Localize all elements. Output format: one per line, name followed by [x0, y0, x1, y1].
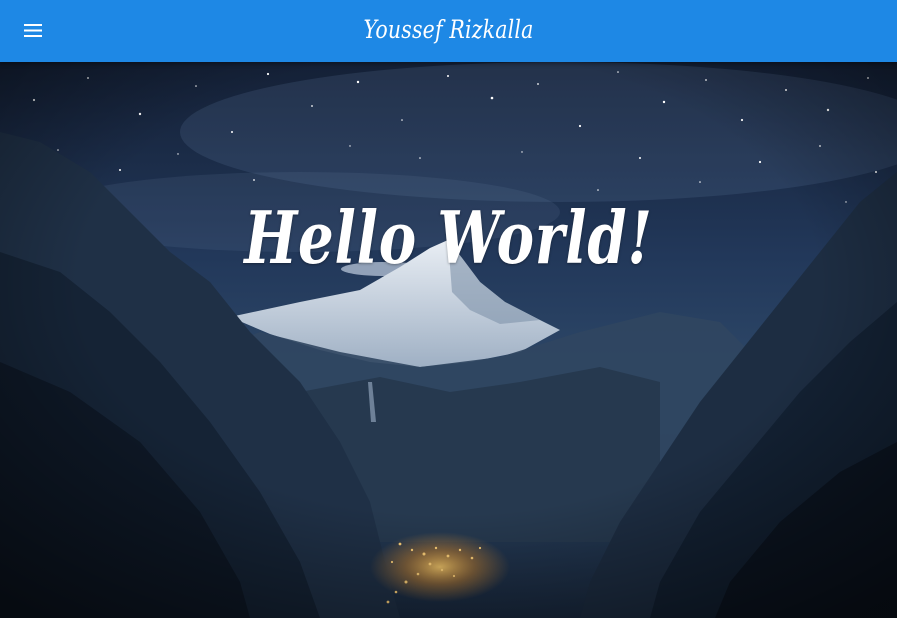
- top-app-bar: Youssef Rizkalla: [0, 0, 897, 62]
- site-title[interactable]: Youssef Rizkalla: [81, 0, 817, 62]
- menu-button[interactable]: [16, 13, 52, 49]
- hero-heading: Hello World!: [244, 195, 653, 281]
- app-root: Youssef Rizkalla Hello World!: [0, 0, 897, 618]
- hero-section: Hello World!: [0, 62, 897, 618]
- hamburger-menu-icon: [24, 24, 42, 37]
- hero-background-image: [0, 62, 897, 618]
